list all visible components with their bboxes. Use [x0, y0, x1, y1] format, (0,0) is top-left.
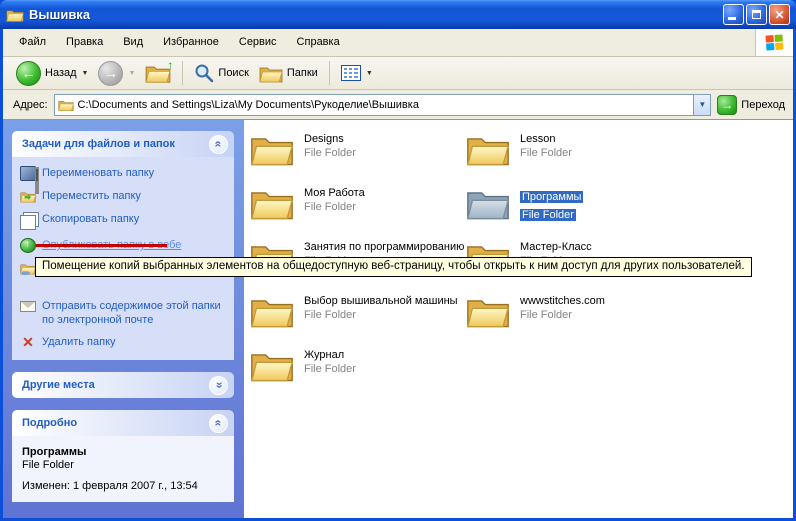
details-title: Подробно [22, 417, 209, 429]
folders-label: Папки [287, 67, 318, 79]
go-arrow-icon: → [717, 95, 737, 115]
back-button[interactable]: ← Назад ▼ [11, 59, 93, 87]
details-header[interactable]: Подробно « [12, 410, 234, 436]
address-bar: Адрес: C:\Documents and Settings\Liza\My… [3, 90, 793, 120]
folder-icon [466, 130, 510, 168]
folders-button[interactable]: Папки [254, 59, 323, 87]
address-label: Адрес: [7, 99, 54, 111]
menu-help[interactable]: Справка [287, 29, 350, 56]
title-bar[interactable]: Вышивка ✕ [0, 0, 796, 29]
copy-icon [20, 215, 36, 230]
annotation-red-underline [36, 244, 167, 247]
details-panel: Подробно « Программы File Folder Изменен… [12, 410, 234, 502]
close-icon: ✕ [774, 9, 784, 21]
folder-icon [250, 346, 294, 384]
other-places-header[interactable]: Другие места « [12, 372, 234, 398]
details-body: Программы File Folder Изменен: 1 февраля… [12, 436, 234, 502]
address-combobox[interactable]: C:\Documents and Settings\Liza\My Docume… [54, 94, 712, 116]
menu-view[interactable]: Вид [113, 29, 153, 56]
folder-icon [250, 130, 294, 168]
move-folder-icon [20, 189, 36, 204]
other-places-title: Другие места [22, 379, 209, 391]
menu-edit[interactable]: Правка [56, 29, 113, 56]
folder-icon-selected [466, 184, 510, 222]
back-dropdown-icon[interactable]: ▼ [82, 70, 89, 77]
collapse-button[interactable]: « [209, 414, 228, 433]
menu-tools[interactable]: Сервис [229, 29, 287, 56]
search-icon [194, 63, 214, 83]
minimize-icon [728, 17, 736, 20]
maximize-icon [752, 10, 761, 19]
email-icon [20, 301, 36, 312]
folder-icon [250, 184, 294, 222]
chevron-up-icon: « [213, 141, 225, 148]
window-title: Вышивка [29, 7, 721, 22]
views-dropdown-icon: ▼ [366, 70, 373, 77]
task-pane-sidebar: Задачи для файлов и папок « Переименоват… [3, 120, 244, 518]
folders-icon [259, 63, 283, 84]
search-label: Поиск [218, 67, 248, 79]
folder-tile-vybor-mashiny[interactable]: Выбор вышивальной машиныFile Folder [250, 292, 460, 330]
file-tasks-header[interactable]: Задачи для файлов и папок « [12, 131, 234, 157]
chevron-up-icon: « [213, 420, 225, 427]
menu-bar: Файл Правка Вид Избранное Сервис Справка [3, 29, 793, 57]
file-tasks-title: Задачи для файлов и папок [22, 138, 209, 150]
folder-icon [6, 7, 24, 23]
views-button[interactable]: ▼ [336, 59, 378, 87]
details-modified: Изменен: 1 февраля 2007 г., 13:54 [22, 480, 226, 492]
close-button[interactable]: ✕ [769, 4, 790, 25]
other-places-panel: Другие места « [12, 372, 234, 398]
details-item-type: File Folder [22, 459, 226, 471]
folder-tile-moya-rabota[interactable]: Моя РаботаFile Folder [250, 184, 460, 222]
windows-logo-block [755, 29, 793, 56]
details-item-name: Программы [22, 446, 226, 458]
folder-tile-lesson[interactable]: LessonFile Folder [466, 130, 676, 168]
toolbar-separator [182, 61, 183, 85]
collapse-button[interactable]: « [209, 135, 228, 154]
menu-file[interactable]: Файл [9, 29, 56, 56]
delete-icon: ✕ [20, 335, 36, 350]
forward-icon: → [98, 61, 123, 86]
task-rename-folder[interactable]: Переименовать папку [20, 166, 228, 181]
back-icon: ← [16, 61, 41, 86]
publish-web-icon [20, 238, 36, 253]
address-value[interactable]: C:\Documents and Settings\Liza\My Docume… [78, 99, 694, 111]
forward-button[interactable]: → ▼ [93, 59, 140, 87]
search-button[interactable]: Поиск [189, 59, 253, 87]
rename-icon [20, 166, 36, 181]
tooltip: Помещение копий выбранных элементов на о… [35, 257, 752, 277]
task-delete-folder[interactable]: ✕ Удалить папку [20, 335, 228, 350]
up-folder-icon: ↑ [145, 61, 171, 85]
go-button[interactable]: → Переход [717, 95, 789, 115]
maximize-button[interactable] [746, 4, 767, 25]
share-folder-icon [20, 261, 36, 276]
windows-logo-icon [765, 34, 784, 51]
folder-icon [466, 292, 510, 330]
folder-tile-zhurnal[interactable]: ЖурналFile Folder [250, 346, 460, 384]
chevron-down-icon: « [213, 382, 225, 389]
go-label: Переход [741, 99, 785, 111]
minimize-button[interactable] [723, 4, 744, 25]
address-dropdown-button[interactable]: ▼ [693, 95, 710, 115]
views-icon [341, 65, 361, 81]
menu-items: Файл Правка Вид Избранное Сервис Справка [3, 29, 755, 56]
back-label: Назад [45, 67, 77, 79]
up-button[interactable]: ↑ [140, 59, 176, 87]
task-move-folder[interactable]: Переместить папку [20, 189, 228, 204]
task-copy-folder[interactable]: Скопировать папку [20, 212, 228, 230]
task-email-folder[interactable]: Отправить содержимое этой папки по элект… [20, 299, 228, 327]
menu-favorites[interactable]: Избранное [153, 29, 229, 56]
folder-icon [58, 98, 74, 112]
folder-tile-wwwstitches[interactable]: wwwstitches.comFile Folder [466, 292, 676, 330]
forward-dropdown-icon: ▼ [128, 70, 135, 77]
standard-buttons-toolbar: ← Назад ▼ → ▼ ↑ Поиск Папки [3, 57, 793, 90]
expand-button[interactable]: « [209, 376, 228, 395]
explorer-window: Вышивка ✕ Файл Правка Вид Избранное Серв… [0, 0, 796, 521]
folder-tile-programmy-selected[interactable]: ПрограммыFile Folder [466, 184, 676, 223]
file-list-area[interactable]: DesignsFile Folder LessonFile Folder Моя… [244, 120, 793, 518]
toolbar-separator [329, 61, 330, 85]
folder-icon [250, 292, 294, 330]
content-area: Задачи для файлов и папок « Переименоват… [3, 120, 793, 518]
folder-tile-designs[interactable]: DesignsFile Folder [250, 130, 460, 168]
